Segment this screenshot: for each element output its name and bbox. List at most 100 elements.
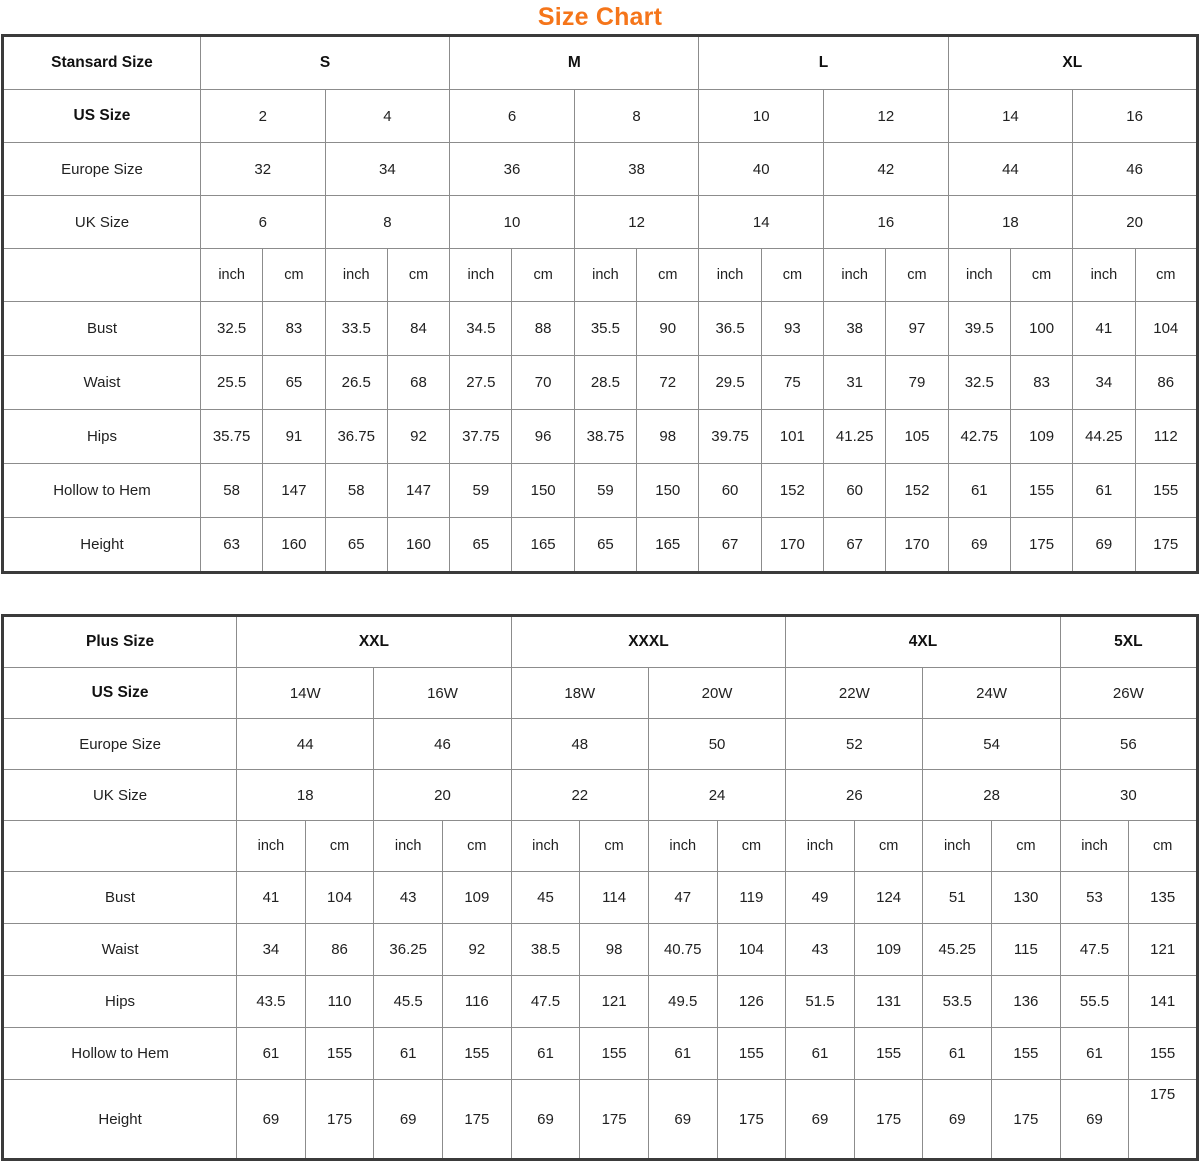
cell-hollow-to-hem: 61 (510, 1027, 581, 1080)
cell-hollow-to-hem: 61 (947, 463, 1011, 518)
cell-bust: 93 (760, 301, 825, 356)
unit-header-inch: inch (1059, 820, 1130, 872)
cell-hollow-to-hem: 155 (1134, 463, 1199, 518)
cell-uk-size: 22 (510, 769, 649, 821)
cell-us-size: 8 (573, 89, 700, 143)
group-header-xxl: XXL (236, 615, 512, 668)
unit-header-cm: cm (716, 820, 787, 872)
cell-height: 175 (1128, 1079, 1198, 1160)
table-row-us-size: US Size 2 4 6 8 10 12 14 16 (2, 89, 1198, 143)
cell-height: 63 (199, 517, 264, 573)
unit-header-inch: inch (823, 248, 887, 302)
cell-waist: 92 (442, 923, 512, 976)
cell-bust: 36.5 (698, 301, 762, 356)
row-label-waist: Waist (2, 355, 201, 410)
cell-us-size: 6 (449, 89, 575, 143)
corner-label-plus: Plus Size (1, 615, 238, 668)
cell-europe-size: 48 (510, 718, 649, 770)
cell-bust: 135 (1128, 871, 1198, 924)
cell-hollow-to-hem: 155 (716, 1027, 787, 1080)
cell-hollow-to-hem: 60 (823, 463, 887, 518)
cell-bust: 104 (304, 871, 375, 924)
cell-hollow-to-hem: 150 (511, 463, 575, 518)
cell-uk-size: 20 (1072, 195, 1198, 249)
cell-hollow-to-hem: 61 (785, 1027, 855, 1080)
cell-height: 175 (716, 1079, 787, 1160)
cell-bust: 53 (1059, 871, 1130, 924)
cell-hollow-to-hem: 155 (579, 1027, 649, 1080)
cell-height: 165 (511, 517, 575, 573)
unit-header-inch: inch (785, 820, 855, 872)
unit-header-inch: inch (698, 248, 762, 302)
cell-uk-size: 6 (199, 195, 326, 249)
cell-height: 175 (991, 1079, 1061, 1160)
size-chart-page: Size Chart Stansard Size S M L XL US Siz… (0, 0, 1200, 1161)
cell-waist: 98 (579, 923, 649, 976)
plus-size-table: Plus Size XXL XXXL 4XL 5XL US Size 14W 1… (1, 614, 1199, 1161)
cell-hollow-to-hem: 155 (1009, 463, 1074, 518)
cell-hips: 105 (885, 409, 949, 464)
cell-height: 175 (853, 1079, 924, 1160)
cell-bust: 84 (386, 301, 451, 356)
cell-hollow-to-hem: 58 (324, 463, 388, 518)
cell-height: 165 (636, 517, 700, 573)
cell-waist: 26.5 (324, 355, 388, 410)
row-label-us-size: US Size (1, 667, 238, 719)
cell-uk-size: 8 (324, 195, 451, 249)
table-row-hollow-to-hem: Hollow to Hem 58 147 58 147 59 150 59 15… (2, 463, 1199, 518)
cell-europe-size: 56 (1059, 718, 1199, 770)
unit-header-cm: cm (579, 820, 649, 872)
cell-hollow-to-hem: 61 (922, 1027, 993, 1080)
cell-europe-size: 50 (647, 718, 787, 770)
cell-hips: 91 (262, 409, 326, 464)
row-label-europe-size: Europe Size (2, 142, 201, 196)
table-row-hips: Hips 43.5 110 45.5 116 47.5 121 49.5 126… (1, 975, 1198, 1028)
row-label-europe-size: Europe Size (1, 718, 238, 770)
cell-hips: 101 (760, 409, 825, 464)
unit-header-inch: inch (324, 248, 388, 302)
unit-header-cm: cm (760, 248, 825, 302)
unit-header-inch: inch (373, 820, 443, 872)
table-row-hips: Hips 35.75 91 36.75 92 37.75 96 38.75 98… (2, 409, 1199, 464)
cell-bust: 124 (853, 871, 924, 924)
cell-waist: 43 (785, 923, 855, 976)
unit-row-corner (1, 820, 238, 872)
cell-bust: 88 (511, 301, 575, 356)
unit-header-cm: cm (386, 248, 451, 302)
cell-us-size: 12 (823, 89, 949, 143)
cell-hollow-to-hem: 155 (304, 1027, 375, 1080)
unit-header-inch: inch (922, 820, 993, 872)
cell-bust: 49 (785, 871, 855, 924)
cell-uk-size: 26 (785, 769, 924, 821)
cell-hips: 39.75 (698, 409, 762, 464)
cell-bust: 109 (442, 871, 512, 924)
cell-hollow-to-hem: 61 (373, 1027, 443, 1080)
row-label-waist: Waist (1, 923, 238, 976)
cell-hips: 49.5 (647, 975, 718, 1028)
cell-waist: 83 (1009, 355, 1074, 410)
cell-hips: 96 (511, 409, 575, 464)
cell-bust: 39.5 (947, 301, 1011, 356)
cell-waist: 45.25 (922, 923, 993, 976)
cell-hips: 126 (716, 975, 787, 1028)
cell-hips: 47.5 (510, 975, 581, 1028)
cell-us-size: 10 (698, 89, 825, 143)
cell-europe-size: 54 (922, 718, 1061, 770)
cell-us-size: 16 (1072, 89, 1198, 143)
cell-europe-size: 36 (449, 142, 575, 196)
cell-us-size: 14 (947, 89, 1074, 143)
group-header-4xl: 4XL (785, 615, 1061, 668)
cell-hips: 55.5 (1059, 975, 1130, 1028)
cell-bust: 130 (991, 871, 1061, 924)
cell-hips: 98 (636, 409, 700, 464)
cell-waist: 65 (262, 355, 326, 410)
table-row-height: Height 63 160 65 160 65 165 65 165 67 17… (2, 517, 1199, 573)
row-label-hips: Hips (2, 409, 201, 464)
cell-hips: 45.5 (373, 975, 443, 1028)
cell-hips: 38.75 (573, 409, 638, 464)
cell-waist: 38.5 (510, 923, 581, 976)
cell-height: 69 (373, 1079, 443, 1160)
cell-hips: 141 (1128, 975, 1198, 1028)
cell-hollow-to-hem: 59 (573, 463, 638, 518)
cell-us-size: 26W (1059, 667, 1199, 719)
